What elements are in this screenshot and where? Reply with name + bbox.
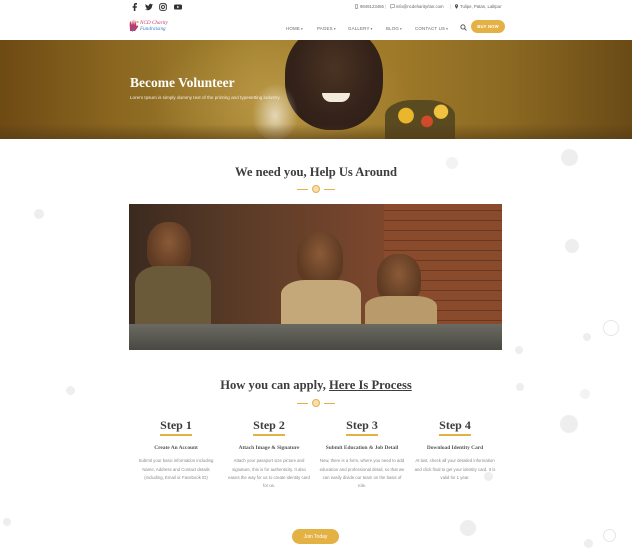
decor-dot <box>34 209 44 219</box>
process-title-link[interactable]: Here Is Process <box>329 378 412 392</box>
nav-blog-label: BLOG <box>386 26 400 31</box>
main-header: NCD Charity Fundraising HOME▾ PAGES▾ GAL… <box>0 14 632 40</box>
divider-line <box>324 188 335 190</box>
chevron-down-icon: ▾ <box>400 27 402 31</box>
location-text: Tulipe, Patan, Lalitpur <box>460 4 502 9</box>
site-logo[interactable]: NCD Charity Fundraising <box>128 18 178 36</box>
step-underline <box>439 434 471 436</box>
map-pin-icon <box>454 4 459 9</box>
divider-line <box>297 188 308 190</box>
phone-icon <box>354 4 359 9</box>
nav-home-label: HOME <box>286 26 300 31</box>
phone-contact[interactable]: 9849123456 <box>354 4 384 9</box>
chevron-down-icon: ▾ <box>300 27 303 31</box>
divider-line <box>324 402 335 404</box>
decor-dot <box>515 346 523 354</box>
decor-dot <box>560 415 578 433</box>
step-label: Step 3 <box>346 418 378 432</box>
nav-gallery-label: GALLERY <box>348 26 370 31</box>
step-underline <box>160 434 192 436</box>
child-face-left <box>147 222 191 272</box>
chevron-down-icon: ▾ <box>446 27 449 31</box>
hero-child-face <box>285 40 383 130</box>
step-description: Now, there is a form, where you need to … <box>319 458 405 489</box>
join-today-button[interactable]: Join Today <box>292 529 339 544</box>
step-name: Attach Image & Signature <box>238 445 300 451</box>
decor-ring <box>603 320 619 336</box>
nav-gallery[interactable]: GALLERY▾ <box>348 26 373 31</box>
step-card-3: Step 3 Submit Education & Job Detail Now… <box>319 418 405 490</box>
email-address: info@ncdeharityrlan.com <box>396 4 444 9</box>
logo-wordmark: NCD Charity Fundraising <box>140 20 168 32</box>
instagram-icon[interactable] <box>159 3 167 11</box>
process-title-text: How you can apply, <box>220 378 330 392</box>
children-photo <box>129 204 502 350</box>
decor-dot <box>584 539 593 548</box>
location-contact: Tulipe, Patan, Lalitpur <box>454 4 502 9</box>
hero-title: Become Volunteer <box>130 75 235 90</box>
nav-home[interactable]: HOME▾ <box>286 26 303 31</box>
facebook-icon[interactable] <box>131 3 139 11</box>
buy-now-button[interactable]: BUY NOW <box>471 20 505 33</box>
step-label: Step 1 <box>160 418 192 432</box>
hero-subtitle: Lorem Ipsum is simply dummy text of the … <box>130 95 281 100</box>
separator: | <box>450 4 452 9</box>
title-divider <box>297 399 335 407</box>
search-icon[interactable] <box>460 24 467 31</box>
heart-divider-icon <box>312 399 320 407</box>
concrete-ledge <box>129 324 502 350</box>
youtube-icon[interactable] <box>174 3 182 11</box>
title-divider <box>297 185 335 193</box>
step-card-4: Step 4 Download Identity Card At last, c… <box>412 418 498 482</box>
decor-dot <box>583 333 591 341</box>
step-name: Submit Education & Job Detail <box>325 445 399 451</box>
chevron-down-icon: ▾ <box>370 27 373 31</box>
email-contact[interactable]: info@ncdeharityrlan.com <box>390 4 444 9</box>
step-label: Step 4 <box>439 418 471 432</box>
hero-banner: Become Volunteer Lorem Ipsum is simply d… <box>0 40 632 139</box>
divider-line <box>297 402 308 404</box>
step-name: Download Identity Card <box>426 445 484 451</box>
nav-contact-us[interactable]: CONTACT US▾ <box>415 26 448 31</box>
process-title: How you can apply, Here Is Process <box>0 378 632 393</box>
child-shirt-left <box>135 266 211 326</box>
help-us-title: We need you, Help Us Around <box>234 165 398 179</box>
step-card-1: Step 1 Create An Account Submit your bas… <box>133 418 219 482</box>
child-face-middle <box>297 232 343 286</box>
step-description: Submit your basic information including … <box>138 458 214 480</box>
step-underline <box>346 434 378 436</box>
hands-logo-icon <box>128 18 140 32</box>
chevron-down-icon: ▾ <box>333 27 336 31</box>
nav-contact-label: CONTACT US <box>415 26 446 31</box>
phone-number: 9849123456 <box>360 4 384 9</box>
step-description: At last, check all your detailed informa… <box>414 458 496 480</box>
decor-dot <box>565 239 579 253</box>
child-shirt-middle <box>281 280 361 328</box>
decor-dot <box>460 520 476 536</box>
nav-pages[interactable]: PAGES▾ <box>317 26 336 31</box>
decor-ring <box>603 529 616 542</box>
decor-dot <box>561 149 578 166</box>
step-card-2: Step 2 Attach Image & Signature Attach y… <box>226 418 312 490</box>
step-label: Step 2 <box>253 418 285 432</box>
nav-blog[interactable]: BLOG▾ <box>386 26 402 31</box>
chat-icon <box>390 4 395 9</box>
heart-divider-icon <box>312 185 320 193</box>
decor-dot <box>3 518 11 526</box>
hero-bottom-shade <box>0 124 632 139</box>
top-bar: 9849123456 | info@ncdeharityrlan.com | T… <box>0 0 632 14</box>
step-underline <box>253 434 285 436</box>
separator: | <box>385 4 387 9</box>
logo-line-2: Fundraising <box>140 26 166 32</box>
step-name: Create An Account <box>154 445 198 451</box>
twitter-icon[interactable] <box>145 3 153 11</box>
nav-pages-label: PAGES <box>317 26 333 31</box>
step-description: Attach your passport size picture and si… <box>228 458 310 489</box>
